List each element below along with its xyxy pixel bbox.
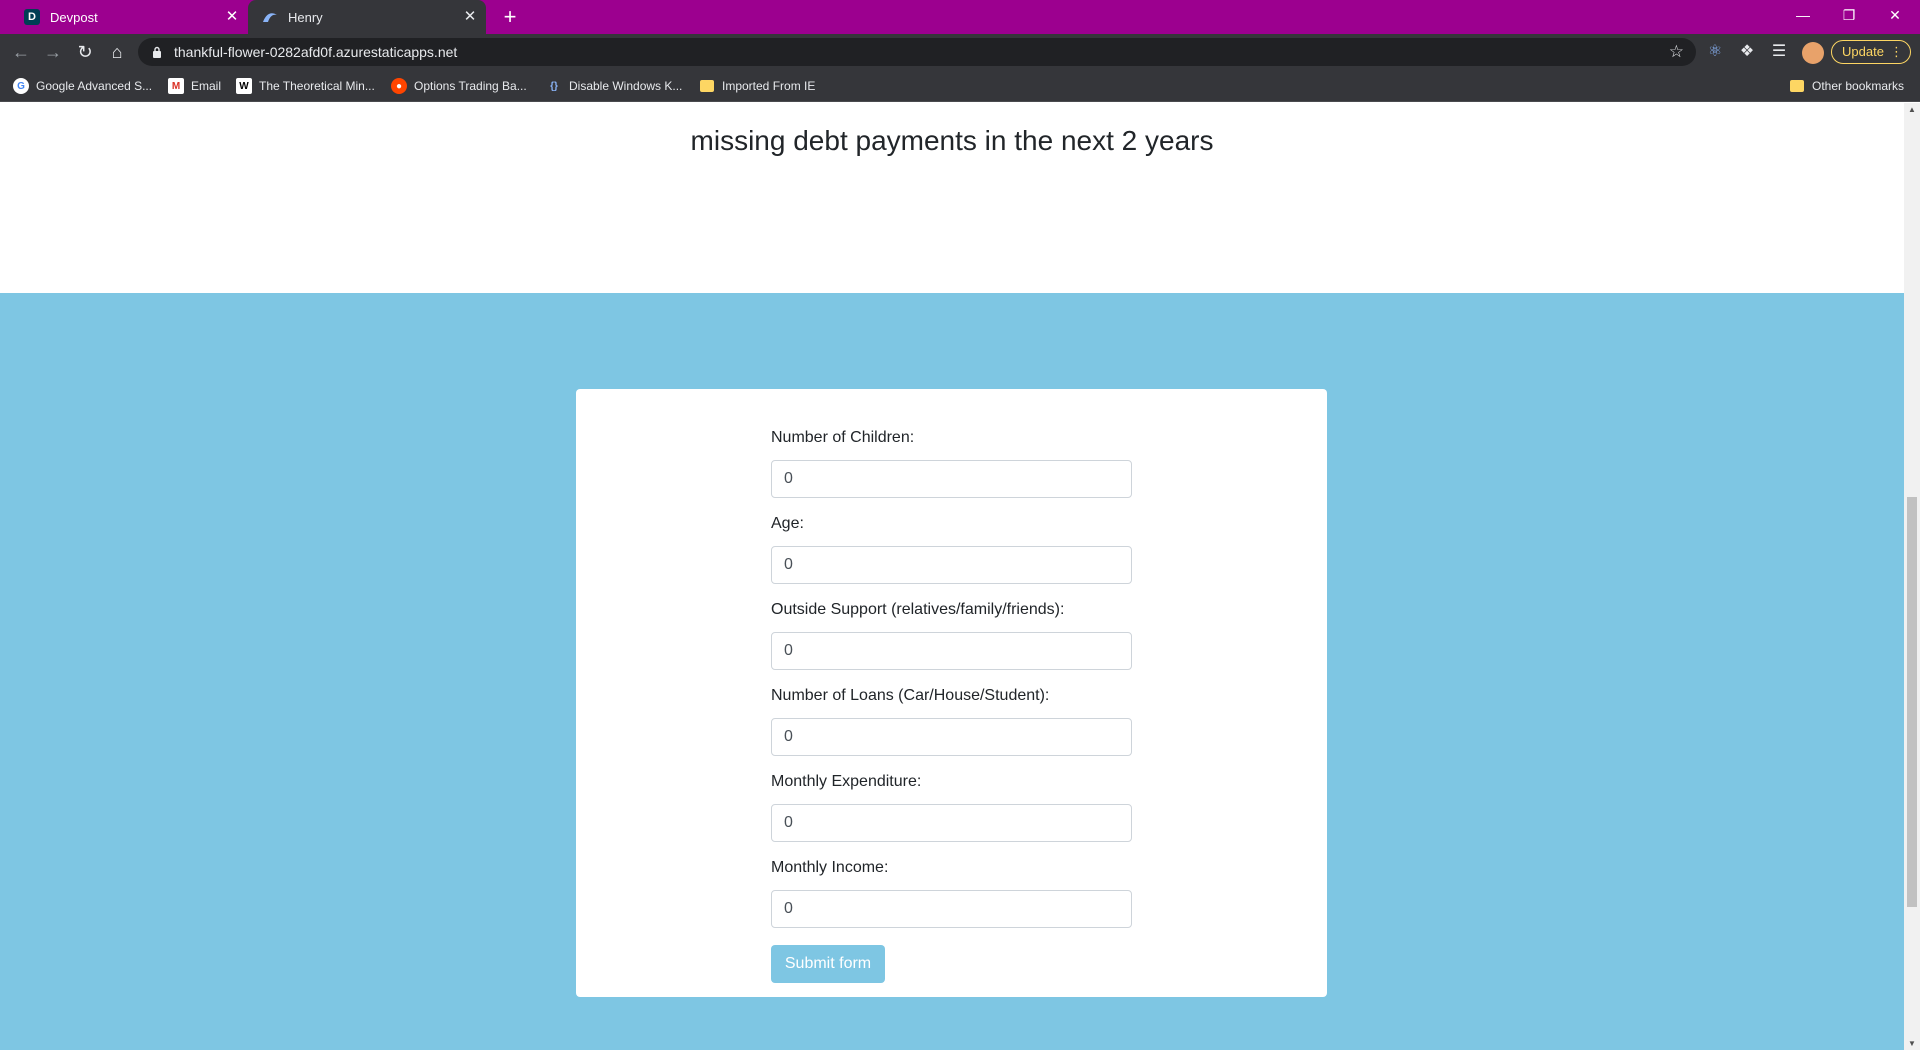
bookmarks-bar: G Google Advanced S... M Email W The The… <box>0 70 1920 102</box>
submit-form-button[interactable]: Submit form <box>771 945 885 983</box>
page-viewport: missing debt payments in the next 2 year… <box>0 103 1904 1050</box>
profile-avatar[interactable] <box>1802 42 1824 64</box>
risk-form: Number of Children: Age: Outside Support… <box>771 429 1132 983</box>
close-icon[interactable]: ✕ <box>462 9 478 25</box>
back-icon[interactable]: ← <box>9 40 33 64</box>
restore-icon[interactable]: ❐ <box>1826 0 1872 30</box>
reading-list-icon[interactable]: ☰ <box>1769 42 1789 62</box>
age-label: Age: <box>771 515 804 532</box>
folder-icon <box>700 80 714 92</box>
react-devtools-icon[interactable]: ⚛ <box>1705 42 1725 62</box>
devpost-favicon-icon: D <box>24 9 40 25</box>
bookmark-imported-from-ie[interactable]: Imported From IE <box>700 76 815 96</box>
url-text: thankful-flower-0282afd0f.azurestaticapp… <box>174 44 458 60</box>
close-icon[interactable]: ✕ <box>224 9 240 25</box>
monthly-income-label: Monthly Income: <box>771 859 889 876</box>
bookmark-email[interactable]: M Email <box>168 76 221 96</box>
outside-support-input[interactable] <box>771 632 1132 670</box>
menu-kebab-icon: ⋮ <box>1890 44 1903 59</box>
folder-icon <box>1790 80 1804 92</box>
children-input[interactable] <box>771 460 1132 498</box>
monthly-expenditure-label: Monthly Expenditure: <box>771 773 922 790</box>
loans-label: Number of Loans (Car/House/Student): <box>771 687 1050 704</box>
tab-devpost[interactable]: D Devpost ✕ <box>8 0 248 34</box>
tab-henry[interactable]: Henry ✕ <box>248 0 486 34</box>
bookmark-label: The Theoretical Min... <box>259 79 375 93</box>
scroll-down-icon[interactable]: ▼ <box>1908 1039 1916 1048</box>
tab-title: Devpost <box>50 9 98 25</box>
update-label: Update <box>1842 44 1884 59</box>
form-section: Number of Children: Age: Outside Support… <box>0 293 1904 1050</box>
monthly-income-input[interactable] <box>771 890 1132 928</box>
henry-favicon-icon <box>262 9 278 25</box>
bookmark-theoretical-minimum[interactable]: W The Theoretical Min... <box>236 76 375 96</box>
bookmark-label: Options Trading Ba... <box>414 79 527 93</box>
extensions-puzzle-icon[interactable]: ❖ <box>1737 42 1757 62</box>
minimize-icon[interactable]: — <box>1780 0 1826 30</box>
form-card: Number of Children: Age: Outside Support… <box>576 389 1327 997</box>
bookmark-label: Imported From IE <box>722 79 816 93</box>
other-bookmarks-label: Other bookmarks <box>1812 79 1905 93</box>
google-icon: G <box>13 78 29 94</box>
page-scrollbar[interactable]: ▲ ▼ <box>1904 103 1920 1050</box>
new-tab-button[interactable]: + <box>498 5 522 29</box>
address-bar[interactable]: thankful-flower-0282afd0f.azurestaticapp… <box>138 38 1696 66</box>
scroll-up-icon[interactable]: ▲ <box>1908 105 1916 114</box>
tab-title: Henry <box>288 9 323 25</box>
home-icon[interactable]: ⌂ <box>105 40 129 64</box>
children-label: Number of Children: <box>771 429 915 446</box>
bookmark-google-advanced[interactable]: G Google Advanced S... <box>13 76 152 96</box>
forward-icon[interactable]: → <box>41 40 65 64</box>
tab-strip: D Devpost ✕ Henry ✕ + — ❐ ✕ <box>0 0 1920 34</box>
outside-support-label: Outside Support (relatives/family/friend… <box>771 601 1065 618</box>
monthly-expenditure-input[interactable] <box>771 804 1132 842</box>
bracket-icon: {} <box>550 80 558 92</box>
gmail-icon: M <box>168 78 184 94</box>
scrollbar-thumb[interactable] <box>1907 497 1917 907</box>
browser-toolbar: ← → ↻ ⌂ thankful-flower-0282afd0f.azures… <box>0 34 1920 70</box>
page-headline: missing debt payments in the next 2 year… <box>690 125 1214 156</box>
reddit-icon: ● <box>391 78 407 94</box>
age-input[interactable] <box>771 546 1132 584</box>
window-close-icon[interactable]: ✕ <box>1872 0 1918 30</box>
bookmark-label: Email <box>191 79 222 93</box>
update-button[interactable]: Update ⋮ <box>1831 40 1911 64</box>
lock-icon <box>153 46 161 58</box>
other-bookmarks[interactable]: Other bookmarks <box>1790 76 1904 96</box>
bookmark-disable-windows[interactable]: {} Disable Windows K... <box>546 76 682 96</box>
bookmark-label: Google Advanced S... <box>36 79 153 93</box>
reload-icon[interactable]: ↻ <box>73 40 97 64</box>
loans-input[interactable] <box>771 718 1132 756</box>
wikipedia-icon: W <box>236 78 252 94</box>
bookmark-label: Disable Windows K... <box>569 79 683 93</box>
bookmark-options-trading[interactable]: ● Options Trading Ba... <box>391 76 527 96</box>
bookmark-star-icon[interactable]: ☆ <box>1669 42 1684 62</box>
